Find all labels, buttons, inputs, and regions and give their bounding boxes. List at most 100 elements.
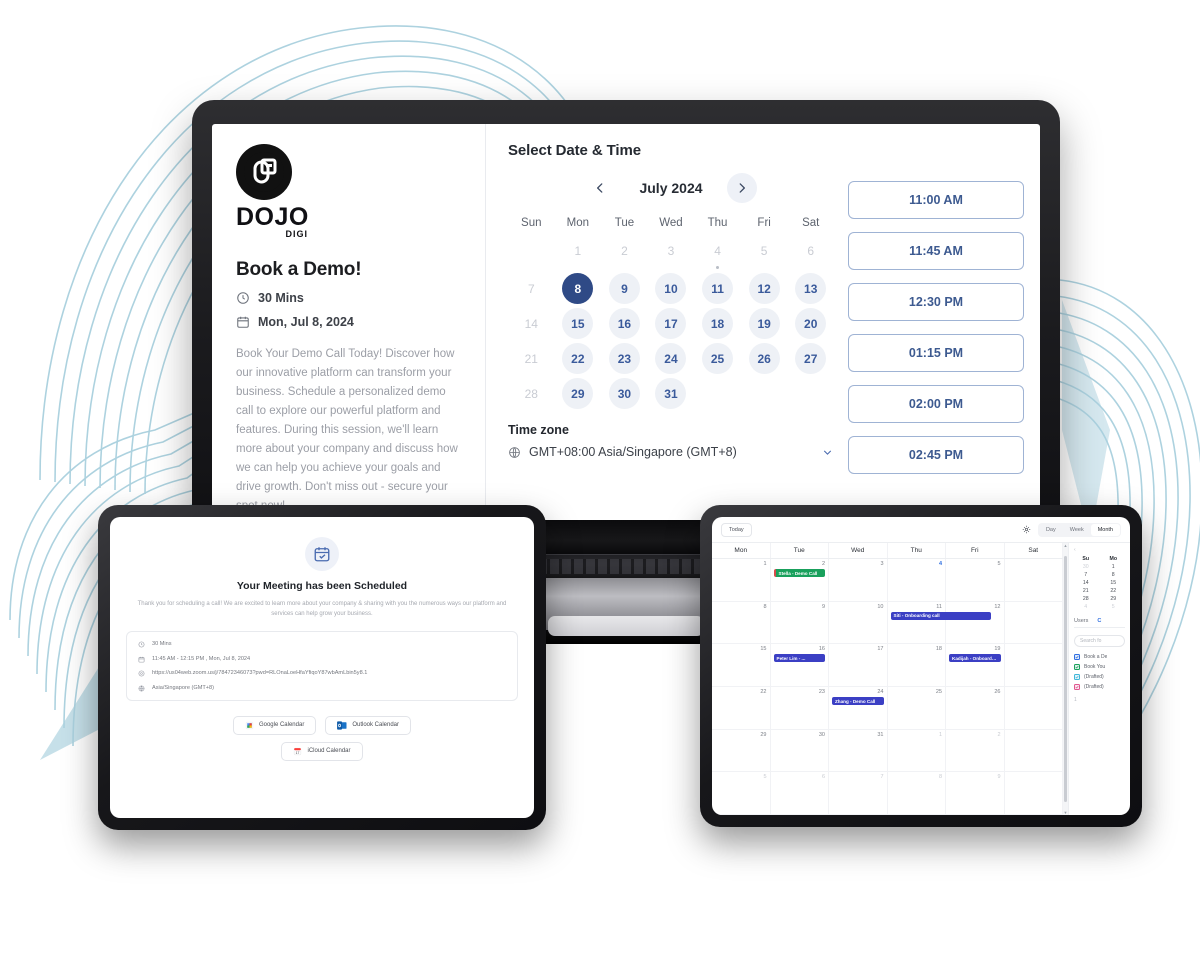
month-day-cell[interactable]: 17 — [829, 644, 888, 687]
mini-day[interactable]: 7 — [1074, 572, 1098, 578]
month-day-cell[interactable]: 7 — [829, 772, 888, 815]
calendar-event[interactable]: Stella - Demo Call — [773, 569, 825, 577]
date-number[interactable]: 20 — [795, 308, 827, 339]
calendar-event[interactable]: Siti - Onboarding call — [890, 611, 992, 620]
sidebar-tab[interactable]: C — [1097, 618, 1101, 624]
month-day-cell[interactable]: 9 — [771, 601, 829, 644]
date-number[interactable]: 15 — [562, 308, 594, 339]
date-cell[interactable]: 20 — [787, 308, 834, 339]
date-cell[interactable]: 18 — [694, 308, 741, 339]
date-cell[interactable]: 29 — [555, 378, 602, 409]
month-day-cell[interactable] — [1005, 559, 1063, 601]
date-cell[interactable]: 9 — [601, 273, 648, 304]
date-cell[interactable]: 23 — [601, 343, 648, 374]
google-calendar-button[interactable]: Google Calendar — [232, 715, 317, 735]
view-option-week[interactable]: Week — [1063, 524, 1091, 536]
prev-month-button[interactable] — [585, 173, 615, 203]
mini-calendar-prev[interactable]: ‹ — [1074, 547, 1125, 553]
time-slot-button[interactable]: 12:30 PM — [848, 283, 1024, 321]
sidebar-search-input[interactable]: Search fo — [1074, 635, 1125, 647]
month-day-cell[interactable]: 1 — [888, 729, 946, 772]
time-slot-button[interactable]: 11:45 AM — [848, 232, 1024, 270]
date-cell[interactable]: 11 — [694, 273, 741, 304]
mini-day[interactable]: 21 — [1074, 588, 1098, 594]
date-number[interactable]: 13 — [795, 273, 827, 304]
checkbox-checked-icon[interactable] — [1074, 684, 1080, 690]
month-day-cell[interactable]: 4 — [888, 559, 946, 601]
time-slot-button[interactable]: 11:00 AM — [848, 181, 1024, 219]
mini-day[interactable]: 29 — [1102, 596, 1126, 602]
date-number[interactable]: 25 — [702, 343, 734, 374]
month-day-cell[interactable] — [1005, 772, 1063, 815]
month-day-cell[interactable] — [1005, 729, 1063, 772]
timezone-selector[interactable]: GMT+08:00 Asia/Singapore (GMT+8) — [508, 445, 834, 459]
date-cell[interactable]: 27 — [787, 343, 834, 374]
date-cell[interactable]: 19 — [741, 308, 788, 339]
calendar-list-item[interactable]: Book You — [1074, 664, 1125, 670]
month-day-cell[interactable]: 26 — [946, 687, 1005, 729]
month-day-cell[interactable]: 9 — [946, 772, 1005, 815]
date-cell[interactable]: 13 — [787, 273, 834, 304]
checkbox-checked-icon[interactable] — [1074, 664, 1080, 670]
mini-day[interactable]: 28 — [1074, 596, 1098, 602]
calendar-list-item[interactable]: (Drafted) — [1074, 674, 1125, 680]
date-number[interactable]: 17 — [655, 308, 687, 339]
month-day-cell[interactable]: 8 — [712, 601, 771, 644]
sidebar-tab[interactable]: Users — [1074, 618, 1088, 624]
month-day-cell[interactable]: 25 — [888, 687, 946, 729]
date-cell[interactable]: 30 — [601, 378, 648, 409]
date-cell[interactable]: 15 — [555, 308, 602, 339]
mini-day[interactable]: 8 — [1102, 572, 1126, 578]
month-day-cell[interactable]: 31 — [829, 729, 888, 772]
date-number[interactable]: 9 — [608, 273, 640, 304]
mini-day[interactable]: 5 — [1102, 604, 1126, 610]
next-month-button[interactable] — [726, 173, 757, 203]
date-number[interactable]: 12 — [748, 273, 780, 304]
date-number[interactable]: 24 — [655, 343, 687, 374]
month-day-cell[interactable]: 8 — [888, 772, 946, 815]
calendar-event[interactable]: Peter Lim - ... — [773, 654, 825, 663]
date-cell[interactable]: 16 — [601, 308, 648, 339]
month-day-cell[interactable]: 6 — [771, 772, 829, 815]
month-day-cell[interactable] — [1005, 601, 1063, 644]
date-number[interactable]: 11 — [702, 273, 734, 304]
checkbox-checked-icon[interactable] — [1074, 674, 1080, 680]
mini-day[interactable]: 22 — [1102, 588, 1126, 594]
date-cell[interactable]: 24 — [648, 343, 695, 374]
date-number[interactable]: 29 — [562, 378, 594, 409]
date-cell[interactable]: 17 — [648, 308, 695, 339]
month-day-cell[interactable]: 23 — [771, 687, 829, 729]
month-day-cell[interactable] — [1005, 644, 1063, 687]
checkbox-checked-icon[interactable] — [1074, 654, 1080, 660]
date-number[interactable]: 22 — [562, 343, 594, 374]
date-number[interactable]: 16 — [608, 308, 640, 339]
month-day-cell[interactable]: 3 — [829, 559, 888, 601]
month-day-cell[interactable]: 5 — [712, 772, 771, 815]
date-cell[interactable]: 8 — [555, 273, 602, 304]
date-number[interactable]: 31 — [655, 378, 687, 409]
month-day-cell[interactable] — [1005, 687, 1063, 729]
date-cell[interactable]: 31 — [648, 378, 695, 409]
calendar-list-item[interactable]: Book a De — [1074, 654, 1125, 660]
date-number[interactable]: 30 — [608, 378, 640, 409]
month-day-cell[interactable]: 2 Stella - Demo Call — [771, 559, 829, 601]
month-day-cell[interactable]: 24 Zhang - Demo Call — [829, 687, 888, 729]
month-day-cell[interactable]: 18 — [888, 644, 946, 687]
mini-day[interactable]: 1 — [1102, 564, 1126, 570]
date-cell[interactable]: 25 — [694, 343, 741, 374]
date-number[interactable]: 19 — [748, 308, 780, 339]
outlook-calendar-button[interactable]: Outlook Calendar — [325, 715, 412, 735]
month-day-cell[interactable]: 10 — [829, 601, 888, 644]
date-cell[interactable]: 26 — [741, 343, 788, 374]
view-option-month[interactable]: Month — [1090, 523, 1120, 536]
time-slot-button[interactable]: 01:15 PM — [848, 334, 1024, 372]
month-day-cell[interactable]: 1 — [712, 559, 771, 601]
mini-day[interactable]: 15 — [1102, 580, 1126, 586]
month-day-cell[interactable]: 16 Peter Lim - ... — [771, 644, 829, 687]
time-slot-button[interactable]: 02:00 PM — [848, 385, 1024, 423]
scroll-up-icon[interactable]: ▲ — [1064, 543, 1068, 548]
month-day-cell[interactable]: 30 — [771, 729, 829, 772]
date-number[interactable]: 26 — [748, 343, 780, 374]
icloud-calendar-button[interactable]: 17 iCloud Calendar — [281, 741, 363, 761]
mini-day[interactable]: 30 — [1074, 564, 1098, 570]
